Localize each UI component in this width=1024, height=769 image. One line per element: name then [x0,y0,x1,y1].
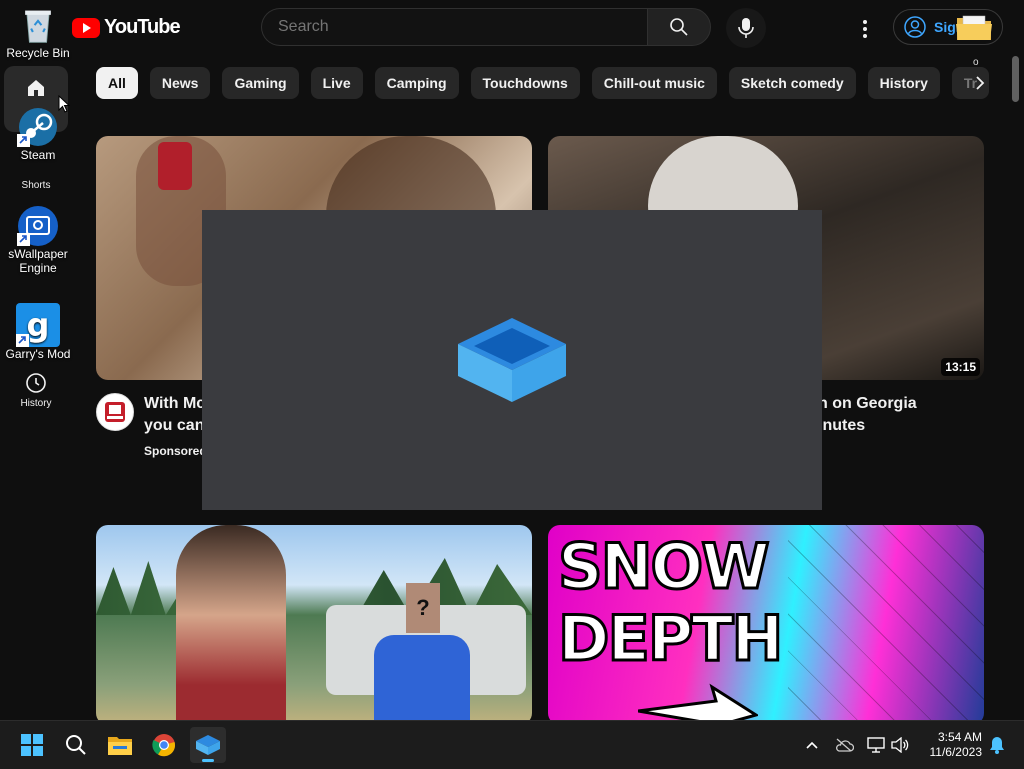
chip-all[interactable]: All [96,67,138,99]
video-title[interactable]: n on Georgia inutes [818,393,917,437]
chip-touchdowns[interactable]: Touchdowns [470,67,580,99]
search-box[interactable] [261,8,647,46]
volume-tray[interactable] [888,731,912,759]
wallpaper-engine-icon [17,206,58,246]
chip-gaming[interactable]: Gaming [222,67,299,99]
search-icon [670,18,688,36]
garrys-mod-icon: g [16,303,60,347]
tray-overflow-button[interactable] [800,731,824,759]
mouse-cursor-icon [58,95,70,113]
chip-chill-out-music[interactable]: Chill-out music [591,67,717,99]
video-duration-badge: 13:15 [941,358,980,376]
steam-icon [17,108,57,147]
app-splash-window [202,210,822,510]
youtube-play-icon [72,17,100,38]
recycle-bin-icon [25,10,51,43]
dropbox-icon [196,735,220,755]
chip-sketch-comedy[interactable]: Sketch comedy [728,67,856,99]
chips-next-button[interactable] [968,67,992,99]
desktop-icon-wallpaper-engine[interactable]: sWallpaper Engine [0,205,76,275]
account-icon [904,16,926,38]
video-thumbnail[interactable]: SNOW DEPTH [548,525,984,725]
sponsored-label: Sponsored [144,444,207,458]
start-button[interactable] [14,727,50,763]
desktop-icon-label: Garry's Mod [5,347,71,361]
arrow-icon [638,683,758,725]
video-title[interactable]: With Mc you can [144,393,205,437]
sidebar-item-history[interactable]: History [0,372,72,409]
cloud-offline-icon [836,738,854,752]
category-chips: All News Gaming Live Camping Touchdowns … [96,67,1001,99]
notifications-button[interactable] [985,731,1009,759]
sidebar-item-label: History [20,398,52,409]
voice-search-button[interactable] [726,8,766,48]
thumbnail-headline-line1: SNOW [556,529,771,604]
desktop-icon-label: sWallpaper [0,247,76,261]
history-icon [26,373,46,393]
search-input[interactable] [262,9,634,45]
desktop-icon-label: Steam [20,148,56,162]
taskbar-chrome[interactable] [146,727,182,763]
taskbar-search-button[interactable] [58,727,94,763]
desktop-icon-steam[interactable]: Steam [0,106,76,162]
chrome-icon [152,734,176,757]
thumbnail-question-badge: ? [406,583,440,633]
desktop-icon-garrys-mod[interactable]: g Garry's Mod [0,303,76,361]
youtube-logo-text: YouTube [104,16,181,38]
chip-history[interactable]: History [867,67,940,99]
network-icon [867,737,885,753]
desktop-icon-label-line1: Wallpaper [14,247,68,261]
speaker-icon [891,737,909,753]
chevron-right-icon [976,76,985,90]
start-icon [21,734,43,756]
file-explorer-icon [108,737,132,755]
desktop-icon-recycle-bin[interactable]: Recycle Bin [0,6,76,60]
search-button[interactable] [647,8,711,46]
sidebar-item-shorts[interactable]: Shorts [0,180,72,191]
thumbnail-headline-line2: DEPTH [556,601,784,676]
channel-avatar[interactable] [96,393,134,431]
clock-date: 11/6/2023 [929,745,983,759]
settings-more-button[interactable] [850,14,880,44]
youtube-logo[interactable]: YouTube [72,16,181,39]
chip-camping[interactable]: Camping [374,67,459,99]
clock-time: 3:54 AM [937,730,982,744]
network-tray[interactable] [864,731,888,759]
thumbnail-headline: SNOW DEPTH [556,529,784,676]
desktop-icon-label-line2: Engine [19,261,57,275]
desktop-icon-label: Recycle Bin [6,46,70,60]
home-icon [28,80,44,96]
video-title-line2: you can [144,417,205,434]
thumbnail-bottle-shape [158,142,192,190]
video-thumbnail[interactable]: ? [96,525,532,725]
search-icon [66,735,86,755]
taskbar-file-explorer[interactable] [102,727,138,763]
microphone-icon [738,18,754,38]
chevron-up-icon [806,741,818,749]
svg-text:g: g [27,306,50,344]
mccormick-logo-icon [105,402,125,422]
thumbnail-map-lines [788,525,984,725]
page-scrollbar[interactable] [1012,56,1019,102]
chip-live[interactable]: Live [310,67,363,99]
onedrive-tray[interactable] [832,731,856,759]
sidebar-item-label: Shorts [21,180,51,191]
taskbar-dropbox[interactable] [190,727,226,763]
video-title-line1: n on Georgia [818,395,917,412]
more-vertical-icon [863,20,867,38]
thumbnail-woman-shape [176,525,286,725]
dropbox-box-icon [458,318,566,402]
folder-icon[interactable] [955,12,993,42]
video-title-line1: With Mc [144,395,206,412]
video-title-line2: inutes [818,417,866,434]
thumbnail-man-shirt-shape [374,635,470,725]
windows-taskbar: 3:54 AM 11/6/2023 [0,720,1024,769]
taskbar-clock[interactable]: 3:54 AM 11/6/2023 [918,730,983,760]
chip-news[interactable]: News [149,67,211,99]
bell-icon [990,737,1004,754]
